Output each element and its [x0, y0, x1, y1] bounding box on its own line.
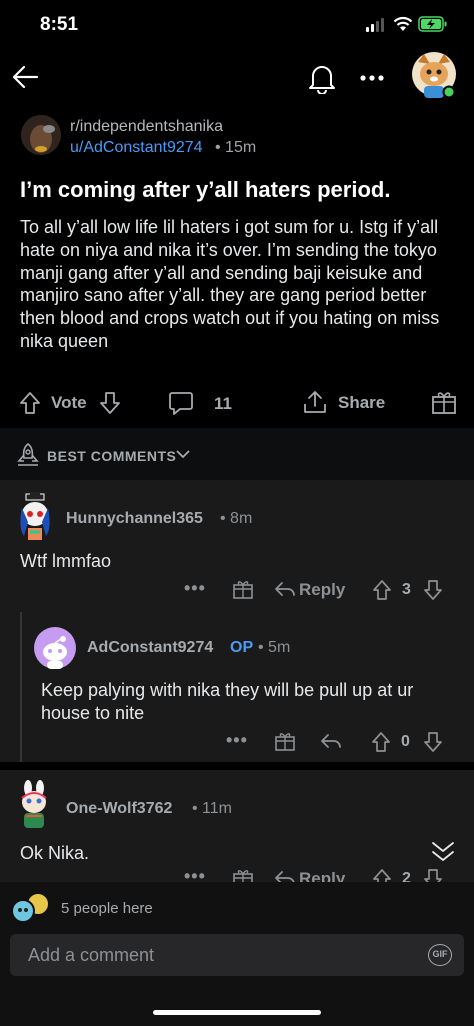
cellular-signal-icon: [366, 18, 388, 32]
comment-author[interactable]: AdConstant9274: [87, 639, 213, 657]
upvote-icon[interactable]: [371, 731, 391, 753]
post-title: I’m coming after y’all haters period.: [20, 177, 391, 202]
comment-text: Ok Nika.: [20, 843, 90, 863]
thread-line: [20, 612, 22, 762]
upvote-icon[interactable]: [19, 391, 41, 415]
online-avatars: [11, 892, 50, 923]
post-body: To all y’all low life lil haters i got s…: [20, 217, 440, 351]
comment-placeholder: Add a comment: [28, 945, 155, 965]
share-label[interactable]: Share: [338, 393, 385, 413]
vote-count: 2: [402, 870, 411, 882]
chevron-down-icon[interactable]: [176, 449, 190, 459]
reply-arrow-icon[interactable]: [274, 869, 296, 882]
comment-more-button[interactable]: •••: [184, 866, 206, 882]
op-badge: OP: [230, 639, 254, 656]
subreddit-avatar[interactable]: [21, 115, 61, 155]
comment-icon[interactable]: [168, 390, 194, 416]
award-icon[interactable]: [431, 389, 457, 415]
award-icon[interactable]: [232, 867, 254, 882]
subreddit-name[interactable]: r/independentshanika: [70, 118, 223, 136]
award-icon[interactable]: [274, 730, 296, 752]
gif-button[interactable]: GIF: [428, 944, 452, 966]
user-avatar[interactable]: [410, 50, 458, 100]
commenter-avatar[interactable]: [14, 492, 56, 542]
comment-text: Keep palying with nika they will be pull…: [41, 680, 414, 723]
reply-arrow-icon[interactable]: [320, 732, 342, 750]
vote-count: 0: [401, 733, 410, 750]
wifi-icon: [393, 16, 413, 31]
share-icon[interactable]: [302, 389, 328, 415]
reply-arrow-icon[interactable]: [274, 580, 296, 598]
presence-text: 5 people here: [61, 900, 153, 917]
commenter-avatar[interactable]: [33, 626, 77, 670]
more-options-icon[interactable]: [359, 74, 385, 82]
bell-icon[interactable]: [307, 62, 337, 94]
comment-more-button[interactable]: •••: [184, 578, 206, 599]
partial-action-row: ••• Reply 2: [0, 866, 474, 882]
battery-charging-icon: [418, 16, 447, 32]
commenter-avatar[interactable]: [14, 780, 54, 830]
upvote-icon[interactable]: [372, 579, 392, 601]
comment-age: • 11m: [192, 800, 232, 817]
vote-count: 3: [402, 581, 411, 598]
downvote-icon[interactable]: [99, 391, 121, 415]
award-icon[interactable]: [232, 578, 254, 600]
rocket-icon: [17, 442, 39, 466]
upvote-icon[interactable]: [372, 868, 392, 882]
downvote-icon[interactable]: [423, 731, 443, 753]
downvote-icon[interactable]: [423, 868, 443, 882]
home-indicator: [153, 1010, 321, 1015]
comment-more-button[interactable]: •••: [226, 730, 248, 751]
collapse-chevrons-icon[interactable]: [430, 838, 456, 864]
post-age: • 15m: [215, 139, 257, 156]
comment-text: Wtf lmmfao: [20, 551, 112, 571]
reply-button[interactable]: Reply: [299, 580, 345, 600]
reply-button[interactable]: Reply: [299, 869, 345, 882]
comment-age: • 5m: [258, 639, 291, 656]
sort-label[interactable]: BEST COMMENTS: [47, 448, 176, 464]
comment-author[interactable]: Hunnychannel365: [66, 510, 203, 528]
back-arrow-icon[interactable]: [10, 62, 40, 92]
status-time: 8:51: [40, 14, 79, 35]
vote-label: Vote: [51, 393, 87, 412]
downvote-icon[interactable]: [423, 579, 443, 601]
comment-count: 11: [214, 394, 232, 413]
add-comment-input[interactable]: Add a comment GIF: [10, 934, 464, 976]
comment-age: • 8m: [220, 510, 253, 527]
comment-author[interactable]: One-Wolf3762: [66, 800, 172, 818]
post-author[interactable]: u/AdConstant9274: [70, 139, 203, 157]
